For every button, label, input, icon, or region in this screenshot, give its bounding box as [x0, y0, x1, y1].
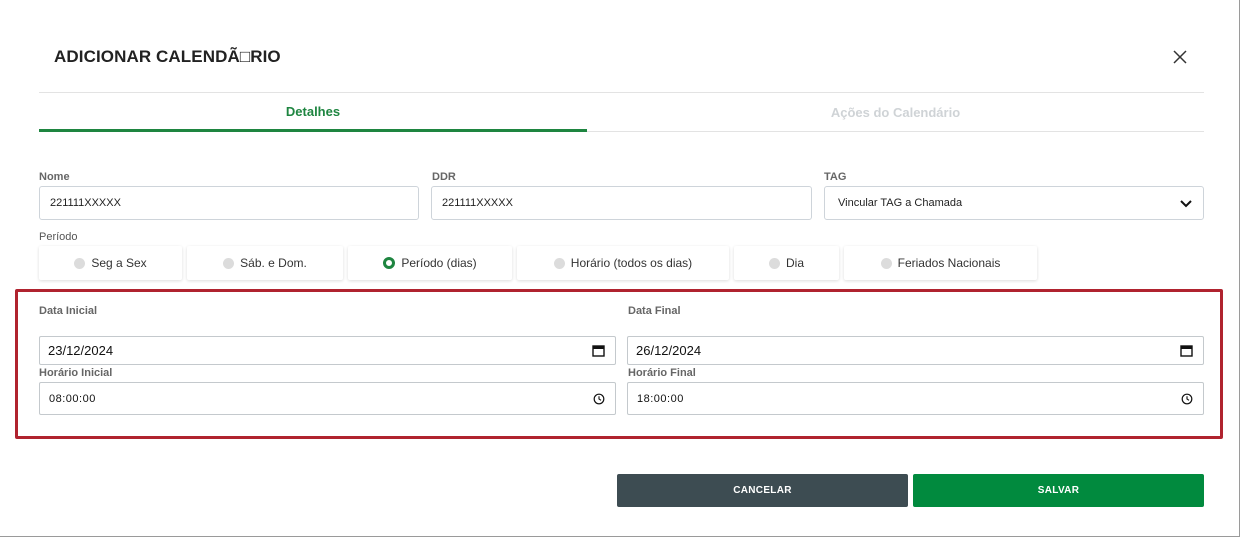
nome-input[interactable]: 221111XXXXX	[39, 186, 419, 220]
radio-unchecked-icon	[880, 257, 892, 269]
radio-unchecked-icon	[74, 257, 86, 269]
radio-checked-icon	[383, 257, 396, 269]
horario-inicial-label: Horário Inicial	[39, 367, 113, 379]
periodo-option-seg-a-sex[interactable]: Seg a Sex	[39, 246, 182, 280]
periodo-option-label: Dia	[785, 256, 804, 270]
periodo-option-label: Período (dias)	[401, 256, 477, 270]
clock-icon[interactable]	[593, 393, 605, 405]
save-button[interactable]: SALVAR	[913, 474, 1204, 507]
periodo-option-label: Sáb. e Dom.	[240, 256, 307, 270]
radio-unchecked-icon	[553, 257, 565, 269]
data-inicial-value: 23/12/2024	[48, 343, 114, 358]
periodo-option-label: Horário (todos os dias)	[570, 256, 693, 270]
tab-acoes-calendario[interactable]: Ações do Calendário	[587, 93, 1204, 132]
data-final-input[interactable]: 26/12/2024	[627, 336, 1204, 365]
periodo-option-dia[interactable]: Dia	[734, 246, 839, 280]
horario-final-label: Horário Final	[628, 367, 696, 379]
data-final-label: Data Final	[628, 305, 681, 317]
cancel-button[interactable]: CANCELAR	[617, 474, 908, 507]
periodo-option-periodo-dias[interactable]: Período (dias)	[348, 246, 512, 280]
calendar-icon[interactable]	[592, 344, 605, 357]
periodo-option-feriados[interactable]: Feriados Nacionais	[844, 246, 1037, 280]
tab-detalhes[interactable]: Detalhes	[39, 93, 587, 132]
clock-icon[interactable]	[1181, 393, 1193, 405]
tab-bar: Detalhes Ações do Calendário	[39, 93, 1204, 132]
periodo-option-horario-todos[interactable]: Horário (todos os dias)	[517, 246, 729, 280]
ddr-input[interactable]: 221111XXXXX	[431, 186, 812, 220]
data-inicial-label: Data Inicial	[39, 305, 98, 317]
close-button[interactable]	[1168, 45, 1192, 69]
horario-final-value: 18:00:00	[637, 392, 684, 405]
nome-label: Nome	[39, 171, 70, 183]
periodo-option-label: Feriados Nacionais	[897, 256, 1001, 270]
horario-inicial-input[interactable]: 08:00:00	[39, 382, 616, 415]
calendar-icon[interactable]	[1180, 344, 1193, 357]
dialog-title: ADICIONAR CALENDÃ□RIO	[54, 47, 281, 66]
tag-select[interactable]: Vincular TAG a Chamada	[824, 186, 1204, 220]
periodo-option-sab-e-dom[interactable]: Sáb. e Dom.	[187, 246, 343, 280]
radio-unchecked-icon	[223, 257, 235, 269]
tag-select-value: Vincular TAG a Chamada	[838, 197, 963, 209]
modal-dialog: ADICIONAR CALENDÃ□RIO Detalhes Ações do …	[0, 0, 1240, 537]
periodo-option-label: Seg a Sex	[91, 256, 147, 270]
ddr-label: DDR	[432, 171, 456, 183]
chevron-down-icon	[1180, 200, 1192, 208]
horario-final-input[interactable]: 18:00:00	[627, 382, 1204, 415]
periodo-label: Período	[39, 231, 78, 243]
data-final-value: 26/12/2024	[636, 343, 702, 358]
data-inicial-input[interactable]: 23/12/2024	[39, 336, 616, 365]
tag-label: TAG	[824, 171, 847, 183]
close-icon	[1173, 50, 1187, 64]
horario-inicial-value: 08:00:00	[49, 392, 96, 405]
radio-unchecked-icon	[768, 257, 780, 269]
